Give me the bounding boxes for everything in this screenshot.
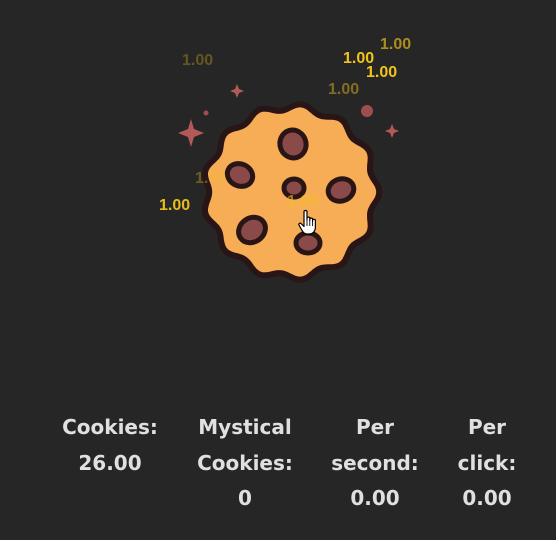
- hand-pointer-icon: [298, 209, 316, 235]
- stat-label: Cookies:: [62, 415, 158, 439]
- stat-label: second:: [331, 450, 419, 475]
- floating-click-number: 1.00: [380, 36, 412, 53]
- stat-value: 0.00: [350, 486, 400, 510]
- stat-value: 26.00: [78, 450, 142, 475]
- floating-click-number: 1.00: [343, 50, 375, 67]
- game-screen: 1.00 1.00 1.00 1.00 1.00 1.00 1.00 1.00 …: [0, 0, 556, 540]
- stat-label: Mystical: [198, 415, 292, 439]
- stat-per-second: Per second: 0.00: [318, 410, 432, 517]
- stat-value: 0: [238, 486, 252, 510]
- stat-label: click:: [457, 450, 517, 475]
- stat-per-click: Per click: 0.00: [440, 410, 534, 517]
- stat-label: Per: [467, 415, 507, 439]
- stat-cookies: Cookies: 26.00: [48, 410, 172, 481]
- sparkle-icon: [385, 124, 399, 138]
- cookie-icon: [202, 101, 383, 283]
- crumb-dot: [361, 105, 373, 117]
- stat-mystical-cookies: Mystical Cookies: 0: [184, 410, 306, 517]
- floating-click-number: 1.00: [182, 52, 214, 69]
- sparkle-icon: [230, 84, 244, 98]
- sparkle-icon: [178, 119, 204, 147]
- stat-label: Cookies:: [197, 450, 293, 475]
- crumb-dot: [203, 110, 209, 116]
- cookie-button[interactable]: [150, 80, 410, 290]
- stat-label: Per: [355, 415, 395, 439]
- stat-value: 0.00: [462, 486, 512, 510]
